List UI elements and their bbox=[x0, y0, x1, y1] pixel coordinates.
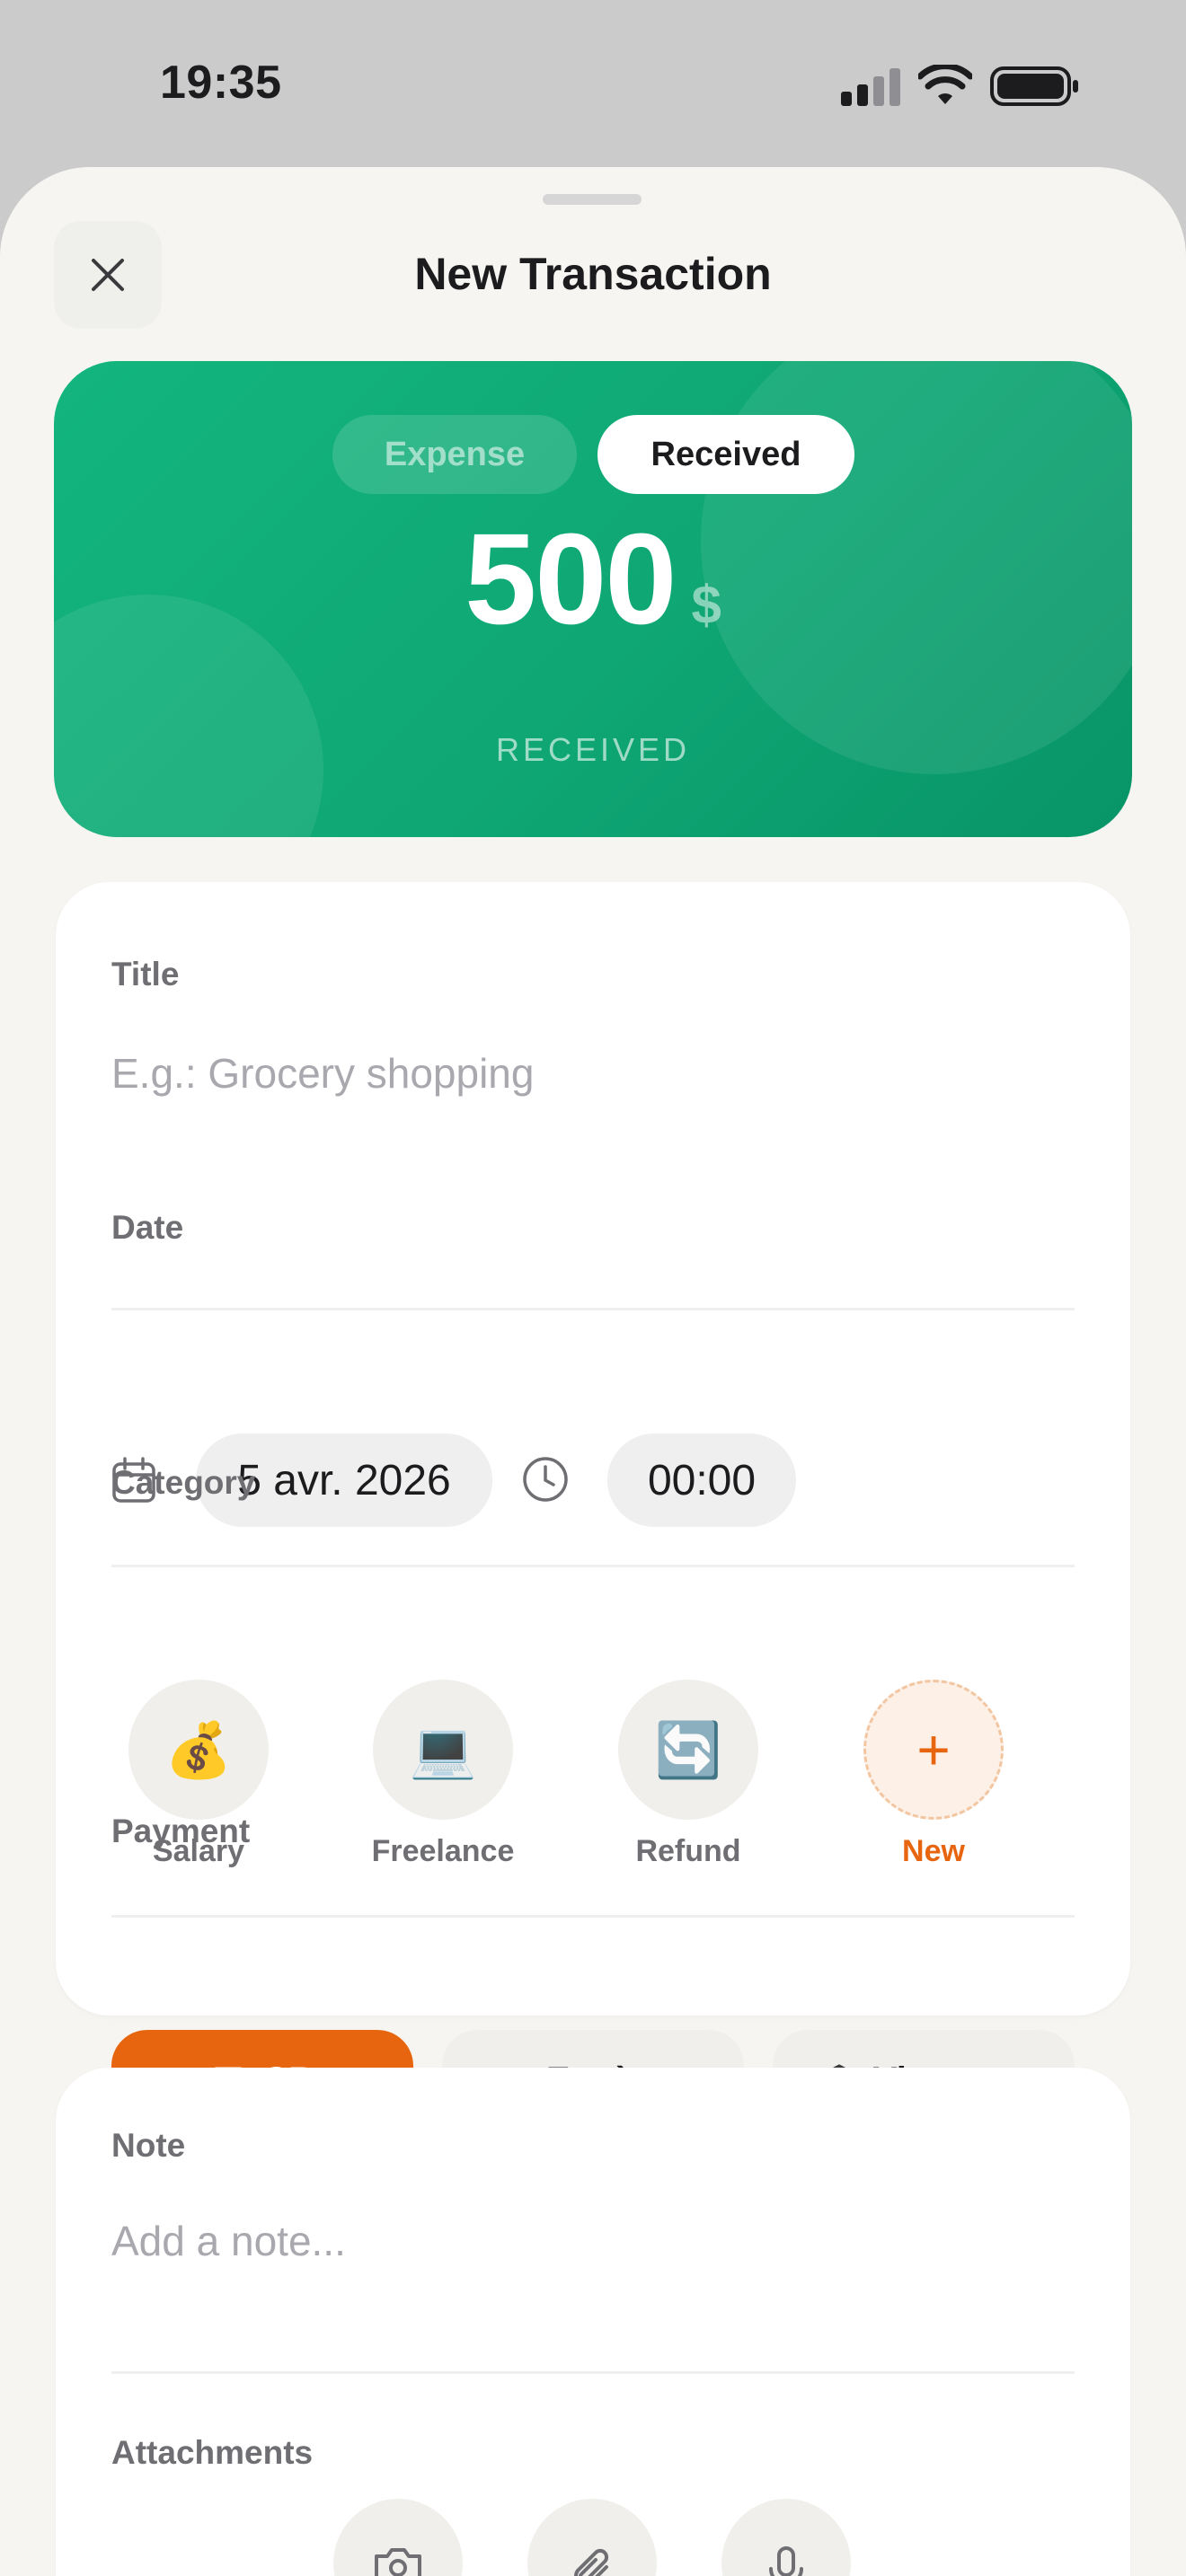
new-transaction-sheet: New Transaction Expense Received 500 $ RE… bbox=[0, 167, 1186, 2576]
category-new[interactable]: + New bbox=[839, 1680, 1028, 1869]
cellular-signal-icon bbox=[841, 68, 900, 106]
divider bbox=[111, 1565, 1075, 1567]
category-label-refund: Refund bbox=[635, 1834, 741, 1868]
status-time: 19:35 bbox=[160, 57, 282, 109]
date-label: Date bbox=[111, 1209, 184, 1246]
laptop-icon: 💻 bbox=[373, 1680, 513, 1820]
camera-icon bbox=[375, 2548, 421, 2576]
payment-label: Payment bbox=[111, 1813, 251, 1849]
category-refund[interactable]: 🔄 Refund bbox=[594, 1680, 783, 1869]
note-label: Note bbox=[111, 2127, 186, 2164]
battery-icon bbox=[990, 66, 1078, 106]
received-toggle[interactable]: Received bbox=[597, 415, 854, 494]
category-freelance[interactable]: 💻 Freelance bbox=[349, 1680, 537, 1869]
time-picker[interactable]: 00:00 bbox=[607, 1434, 796, 1527]
category-label: Category bbox=[111, 1464, 256, 1501]
divider bbox=[111, 1308, 1075, 1310]
details-card: Title E.g.: Grocery shopping Date 5 avr.… bbox=[56, 882, 1130, 2130]
title-input[interactable]: E.g.: Grocery shopping bbox=[111, 1049, 534, 1098]
attachments-label: Attachments bbox=[111, 2434, 314, 2471]
category-label-freelance: Freelance bbox=[371, 1834, 515, 1868]
amount-caption: RECEIVED bbox=[495, 731, 691, 768]
amount-currency: $ bbox=[691, 575, 721, 635]
divider bbox=[111, 2371, 1075, 2374]
expense-toggle[interactable]: Expense bbox=[332, 415, 577, 494]
divider bbox=[111, 1915, 1075, 1918]
money-bag-icon: 💰 bbox=[128, 1680, 269, 1820]
paperclip-icon bbox=[574, 2548, 609, 2576]
title-label: Title bbox=[111, 956, 180, 992]
microphone-icon bbox=[769, 2546, 803, 2576]
plus-icon: + bbox=[863, 1680, 1004, 1820]
category-label-new: New bbox=[902, 1834, 965, 1868]
wifi-icon bbox=[918, 65, 972, 104]
sheet-grabber[interactable] bbox=[543, 194, 642, 205]
amount-card: Expense Received 500 $ RECEIVED bbox=[54, 361, 1132, 837]
sheet-title: New Transaction bbox=[414, 249, 772, 299]
amount-display[interactable]: 500 $ bbox=[54, 505, 1132, 654]
note-input[interactable]: Add a note... bbox=[111, 2217, 346, 2265]
status-bar: 19:35 bbox=[0, 0, 1186, 171]
clock-icon bbox=[523, 1457, 568, 1502]
refresh-icon: 🔄 bbox=[618, 1680, 758, 1820]
amount-value: 500 bbox=[465, 507, 677, 651]
